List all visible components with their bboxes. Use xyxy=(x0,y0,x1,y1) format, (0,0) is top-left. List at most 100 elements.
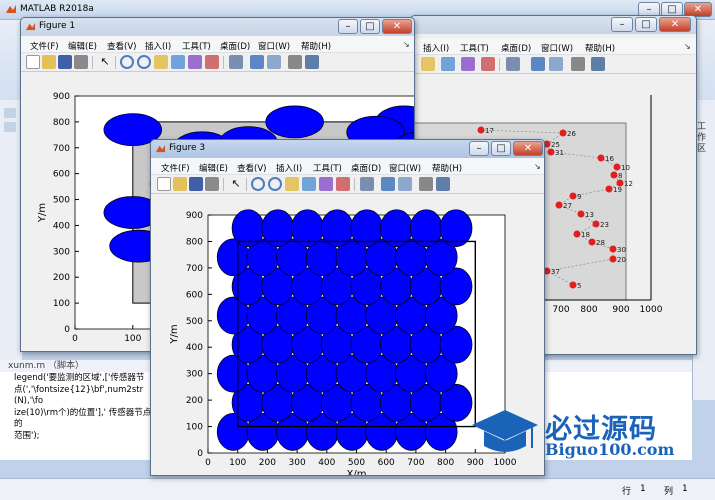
dock-arrow-icon[interactable]: ↘ xyxy=(534,162,541,171)
code-editor[interactable]: legend('要监测的区域',['传感器节 点(','\fontsize{12… xyxy=(14,373,159,442)
menu-desktop[interactable]: 桌面(D) xyxy=(220,40,250,52)
edit-plot-icon[interactable]: ↖ xyxy=(229,177,243,191)
link-plot-icon[interactable] xyxy=(506,57,520,71)
node-label: 20 xyxy=(617,256,626,264)
maximize-button[interactable]: □ xyxy=(491,141,511,156)
rotate-icon[interactable] xyxy=(441,57,455,71)
menu-insert[interactable]: 插入(I) xyxy=(145,40,171,52)
menu-window[interactable]: 窗口(W) xyxy=(541,42,573,54)
rotate-icon[interactable] xyxy=(302,177,316,191)
sensor-node xyxy=(588,238,596,246)
menu-window[interactable]: 窗口(W) xyxy=(258,40,290,52)
minimize-button[interactable]: – xyxy=(611,17,633,32)
pan-icon[interactable] xyxy=(154,55,168,69)
hide-plot-tools-icon[interactable] xyxy=(571,57,585,71)
zoom-out-icon[interactable] xyxy=(137,55,151,69)
node-label: 18 xyxy=(581,231,590,239)
maximize-button[interactable]: □ xyxy=(360,19,380,34)
y-tick-label: 200 xyxy=(186,396,203,406)
colorbar-icon[interactable] xyxy=(250,55,264,69)
legend-icon[interactable] xyxy=(549,57,563,71)
menu-help[interactable]: 帮助(H) xyxy=(585,42,615,54)
sensor-node xyxy=(609,255,617,263)
data-cursor-icon[interactable] xyxy=(319,177,333,191)
figure1-title: Figure 1 xyxy=(39,21,76,31)
minimize-button[interactable]: – xyxy=(469,141,489,156)
menu-file[interactable]: 文件(F) xyxy=(30,40,59,52)
show-plot-tools-icon[interactable] xyxy=(436,177,450,191)
legend-icon[interactable] xyxy=(398,177,412,191)
menu-tools[interactable]: 工具(T) xyxy=(460,42,489,54)
toolbar-separator xyxy=(499,58,500,71)
menu-tools[interactable]: 工具(T) xyxy=(182,40,211,52)
data-cursor-icon[interactable] xyxy=(188,55,202,69)
menu-edit[interactable]: 编辑(E) xyxy=(68,40,97,52)
colorbar-icon[interactable] xyxy=(381,177,395,191)
y-axis-label: Y/m xyxy=(169,324,180,344)
brush-icon[interactable] xyxy=(336,177,350,191)
node-label: 30 xyxy=(617,246,626,254)
zoom-out-icon[interactable] xyxy=(268,177,282,191)
dock-arrow-icon[interactable]: ↘ xyxy=(684,42,691,51)
y-tick-label: 300 xyxy=(53,247,70,257)
node-label: 13 xyxy=(585,211,594,219)
toolbar-separator xyxy=(223,56,224,69)
save-icon[interactable] xyxy=(189,177,203,191)
menu-insert[interactable]: 插入(I) xyxy=(423,42,449,54)
close-button[interactable]: ✕ xyxy=(659,17,691,32)
workspace-tab-label[interactable]: 工作区 xyxy=(697,122,709,155)
x-tick-label: 300 xyxy=(289,458,306,468)
y-tick-label: 400 xyxy=(186,343,203,353)
y-tick-label: 500 xyxy=(53,196,70,206)
rotate-icon[interactable] xyxy=(171,55,185,69)
open-file-icon[interactable] xyxy=(42,55,56,69)
node-label: 31 xyxy=(555,149,564,157)
minimize-button[interactable]: – xyxy=(338,19,358,34)
node-label: 37 xyxy=(551,268,560,276)
menu-desktop[interactable]: 桌面(D) xyxy=(501,42,531,54)
save-icon[interactable] xyxy=(58,55,72,69)
hide-plot-tools-icon[interactable] xyxy=(288,55,302,69)
menu-tools[interactable]: 工具(T) xyxy=(313,162,342,174)
menu-view[interactable]: 查看(V) xyxy=(237,162,266,174)
node-label: 17 xyxy=(485,127,494,135)
menu-window[interactable]: 窗口(W) xyxy=(389,162,421,174)
zoom-in-icon[interactable] xyxy=(251,177,265,191)
brush-icon[interactable] xyxy=(205,55,219,69)
print-icon[interactable] xyxy=(74,55,88,69)
dock-arrow-icon[interactable]: ↘ xyxy=(403,40,410,49)
legend-icon[interactable] xyxy=(267,55,281,69)
print-icon[interactable] xyxy=(205,177,219,191)
menu-file[interactable]: 文件(F) xyxy=(161,162,190,174)
close-button[interactable]: ✕ xyxy=(513,141,543,156)
link-plot-icon[interactable] xyxy=(360,177,374,191)
colorbar-icon[interactable] xyxy=(531,57,545,71)
open-file-icon[interactable] xyxy=(173,177,187,191)
edit-plot-icon[interactable]: ↖ xyxy=(98,55,112,69)
hide-plot-tools-icon[interactable] xyxy=(419,177,433,191)
folder-icon[interactable] xyxy=(4,122,16,132)
figure1-toolbar: ↖ xyxy=(21,53,414,72)
watermark-en: Biguo100.com xyxy=(545,440,675,459)
menu-help[interactable]: 帮助(H) xyxy=(432,162,462,174)
data-cursor-icon[interactable] xyxy=(461,57,475,71)
close-button[interactable]: ✕ xyxy=(382,19,412,34)
show-plot-tools-icon[interactable] xyxy=(305,55,319,69)
menu-insert[interactable]: 插入(I) xyxy=(276,162,302,174)
show-plot-tools-icon[interactable] xyxy=(591,57,605,71)
new-figure-icon[interactable] xyxy=(26,55,40,69)
menu-desktop[interactable]: 桌面(D) xyxy=(351,162,381,174)
menu-edit[interactable]: 编辑(E) xyxy=(199,162,228,174)
maximize-button[interactable]: □ xyxy=(635,17,657,32)
pan-icon[interactable] xyxy=(285,177,299,191)
pan-icon[interactable] xyxy=(421,57,435,71)
node-label: 26 xyxy=(567,130,576,138)
zoom-in-icon[interactable] xyxy=(120,55,134,69)
menu-view[interactable]: 查看(V) xyxy=(107,40,136,52)
nav-back-icon[interactable] xyxy=(4,108,16,118)
brush-icon[interactable] xyxy=(481,57,495,71)
menu-help[interactable]: 帮助(H) xyxy=(301,40,331,52)
new-figure-icon[interactable] xyxy=(157,177,171,191)
link-plot-icon[interactable] xyxy=(229,55,243,69)
figure2-title-bar: – □ ✕ xyxy=(411,16,696,34)
